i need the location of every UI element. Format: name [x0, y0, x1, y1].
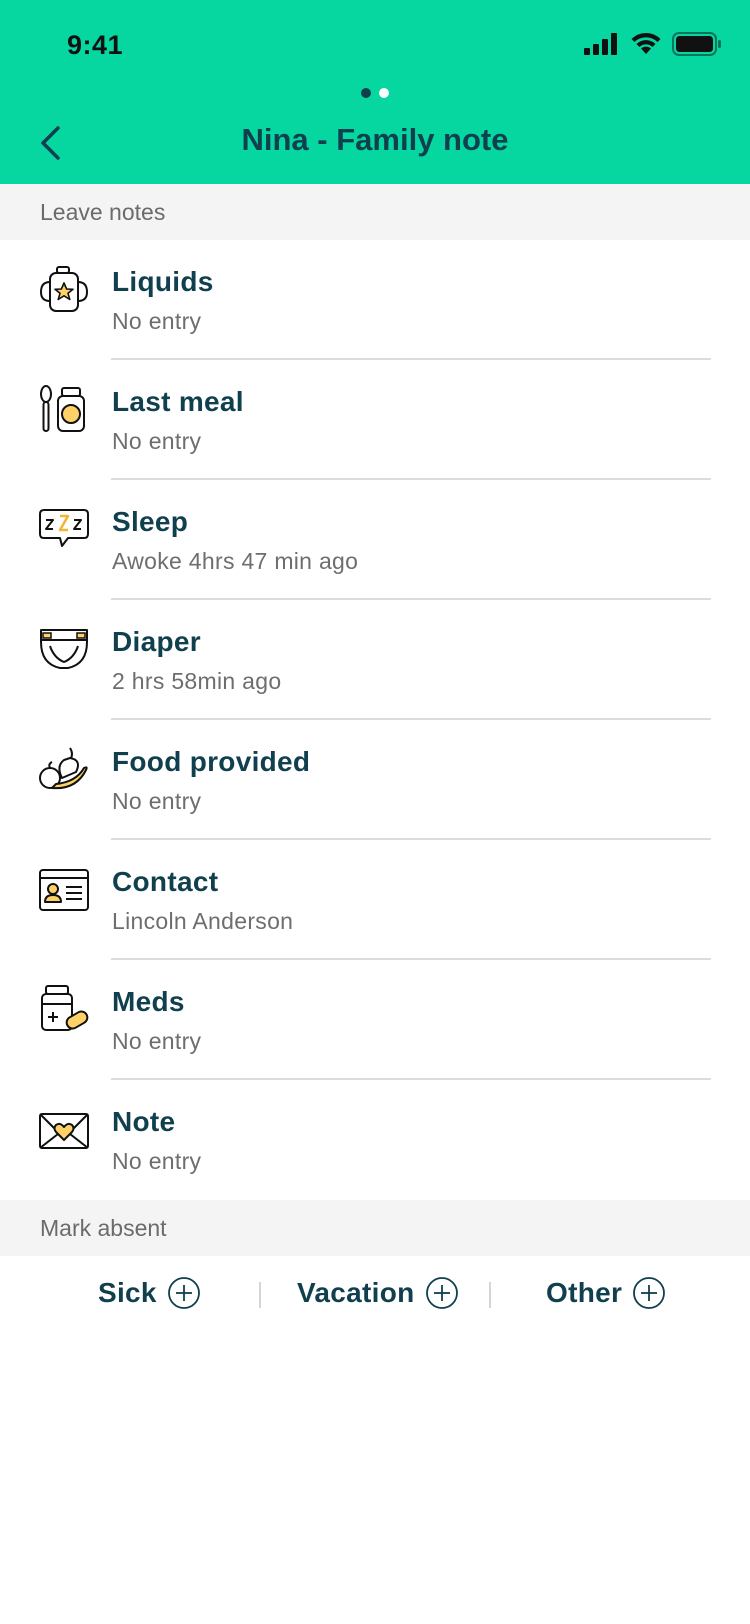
page-indicator: [0, 88, 750, 98]
sleep-zzz-icon: [39, 509, 89, 547]
wifi-icon: [631, 32, 661, 54]
item-value: No entry: [112, 428, 202, 454]
item-value: Lincoln Anderson: [112, 908, 294, 934]
item-label: Last meal: [112, 386, 244, 417]
diaper-icon: [40, 629, 88, 669]
item-value: Awoke 4hrs 47 min ago: [112, 548, 359, 574]
item-value: No entry: [112, 1148, 202, 1174]
section-header-leave-notes: Leave notes: [0, 184, 750, 240]
page-title: Nina - Family note: [241, 122, 509, 157]
plus-circle-icon: [167, 1277, 200, 1309]
absent-options: Sick Vacation Other: [0, 1256, 750, 1336]
separator: [489, 1282, 491, 1308]
status-time: 9:41: [67, 30, 124, 60]
section-title: Mark absent: [40, 1215, 167, 1241]
list-item-last-meal[interactable]: Last meal No entry: [0, 360, 750, 480]
item-label: Food provided: [112, 746, 311, 777]
item-label: Note: [112, 1106, 176, 1137]
page-dot: [379, 88, 389, 98]
notes-list: Liquids No entry Last meal No entry Slee…: [0, 240, 750, 1200]
item-value: No entry: [112, 1028, 202, 1054]
vacation-button[interactable]: Vacation: [297, 1276, 459, 1310]
list-item-meds[interactable]: Meds No entry: [0, 960, 750, 1080]
list-item-diaper[interactable]: Diaper 2 hrs 58min ago: [0, 600, 750, 720]
item-label: Sleep: [112, 506, 189, 537]
signal-icon: [584, 33, 617, 55]
plus-circle-icon: [425, 1277, 458, 1309]
heart-envelope-icon: [39, 1113, 89, 1149]
list-item-contact[interactable]: Contact Lincoln Anderson: [0, 840, 750, 960]
page-dot-active: [361, 88, 371, 98]
section-title: Leave notes: [40, 199, 166, 225]
plus-circle-icon: [633, 1277, 666, 1309]
item-label: Meds: [112, 986, 185, 1017]
sippy-cup-icon: [39, 266, 89, 312]
app-header: 9:41 Nina - Family note: [0, 0, 750, 184]
item-value: No entry: [112, 788, 202, 814]
item-label: Contact: [112, 866, 219, 897]
sick-label: Sick: [98, 1277, 157, 1308]
separator: [259, 1282, 261, 1308]
fruit-icon: [39, 747, 88, 790]
item-value: No entry: [112, 308, 202, 334]
contact-card-icon: [39, 869, 89, 911]
medicine-icon: [41, 985, 89, 1031]
vacation-label: Vacation: [297, 1277, 415, 1308]
spoon-jar-icon: [40, 385, 85, 432]
battery-icon: [672, 32, 721, 56]
other-label: Other: [546, 1277, 623, 1308]
item-value: 2 hrs 58min ago: [112, 668, 282, 694]
list-item-liquids[interactable]: Liquids No entry: [0, 240, 750, 360]
list-item-food-provided[interactable]: Food provided No entry: [0, 720, 750, 840]
item-label: Diaper: [112, 626, 201, 657]
list-item-note[interactable]: Note No entry: [0, 1080, 750, 1200]
sick-button[interactable]: Sick: [98, 1276, 201, 1310]
list-item-sleep[interactable]: Sleep Awoke 4hrs 47 min ago: [0, 480, 750, 600]
other-button[interactable]: Other: [546, 1276, 666, 1310]
status-icons: [584, 32, 722, 56]
item-label: Liquids: [112, 266, 214, 297]
section-header-mark-absent: Mark absent: [0, 1200, 750, 1256]
